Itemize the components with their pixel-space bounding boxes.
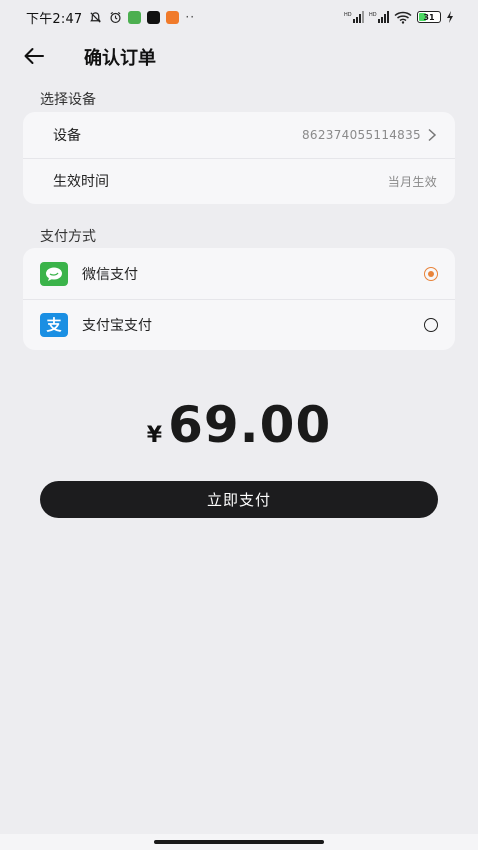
wifi-icon — [394, 10, 412, 24]
wechat-pay-radio[interactable] — [424, 266, 438, 281]
more-notifications-icon: ·· — [185, 10, 196, 24]
payment-option-wechat[interactable]: 微信支付 — [23, 248, 455, 299]
header: 确认订单 — [0, 34, 478, 78]
status-bar: 下午2:47 ·· HD HD 31 — [0, 0, 478, 34]
effective-time-label: 生效时间 — [53, 174, 109, 190]
tiktok-app-icon — [147, 10, 161, 24]
device-section-label: 选择设备 — [40, 92, 96, 108]
status-left: 下午2:47 ·· — [26, 8, 195, 27]
currency-symbol: ¥ — [146, 423, 163, 448]
svg-text:HD: HD — [369, 12, 377, 18]
wechat-pay-icon — [40, 261, 68, 286]
status-time: 下午2:47 — [26, 11, 83, 27]
charging-icon — [446, 10, 454, 24]
order-price: ¥ 69.00 — [0, 396, 478, 454]
price-amount: 69.00 — [168, 396, 332, 454]
back-button[interactable] — [20, 42, 48, 70]
wechat-pay-label: 微信支付 — [82, 266, 138, 283]
status-right: HD HD 31 — [344, 10, 454, 24]
alipay-radio[interactable] — [424, 317, 438, 332]
chevron-right-icon — [427, 128, 437, 142]
device-card: 设备 862374055114835 生效时间 当月生效 — [23, 112, 455, 204]
effective-time-value: 当月生效 — [387, 174, 437, 189]
device-label: 设备 — [53, 128, 81, 144]
effective-time-row: 生效时间 当月生效 — [23, 158, 455, 204]
pay-now-button[interactable]: 立即支付 — [40, 481, 438, 518]
battery-level: 31 — [423, 12, 435, 22]
payment-option-alipay[interactable]: 支 支付宝支付 — [23, 299, 455, 350]
home-indicator[interactable] — [154, 840, 324, 844]
device-value: 862374055114835 — [301, 128, 421, 142]
alipay-icon: 支 — [40, 312, 68, 337]
orange-app-icon — [166, 10, 180, 24]
download-app-icon — [128, 10, 142, 24]
payment-card: 微信支付 支 支付宝支付 — [23, 248, 455, 350]
device-row[interactable]: 设备 862374055114835 — [23, 112, 455, 158]
svg-text:HD: HD — [344, 12, 352, 18]
alipay-label: 支付宝支付 — [82, 317, 152, 334]
payment-section-label: 支付方式 — [40, 229, 96, 245]
battery-icon: 31 — [417, 11, 441, 23]
signal-icon-2: HD — [369, 10, 389, 24]
page-title: 确认订单 — [84, 48, 156, 69]
back-arrow-icon — [24, 48, 44, 64]
mute-bell-icon — [88, 10, 102, 24]
signal-icon-1: HD — [344, 10, 364, 24]
alarm-icon — [108, 10, 122, 24]
